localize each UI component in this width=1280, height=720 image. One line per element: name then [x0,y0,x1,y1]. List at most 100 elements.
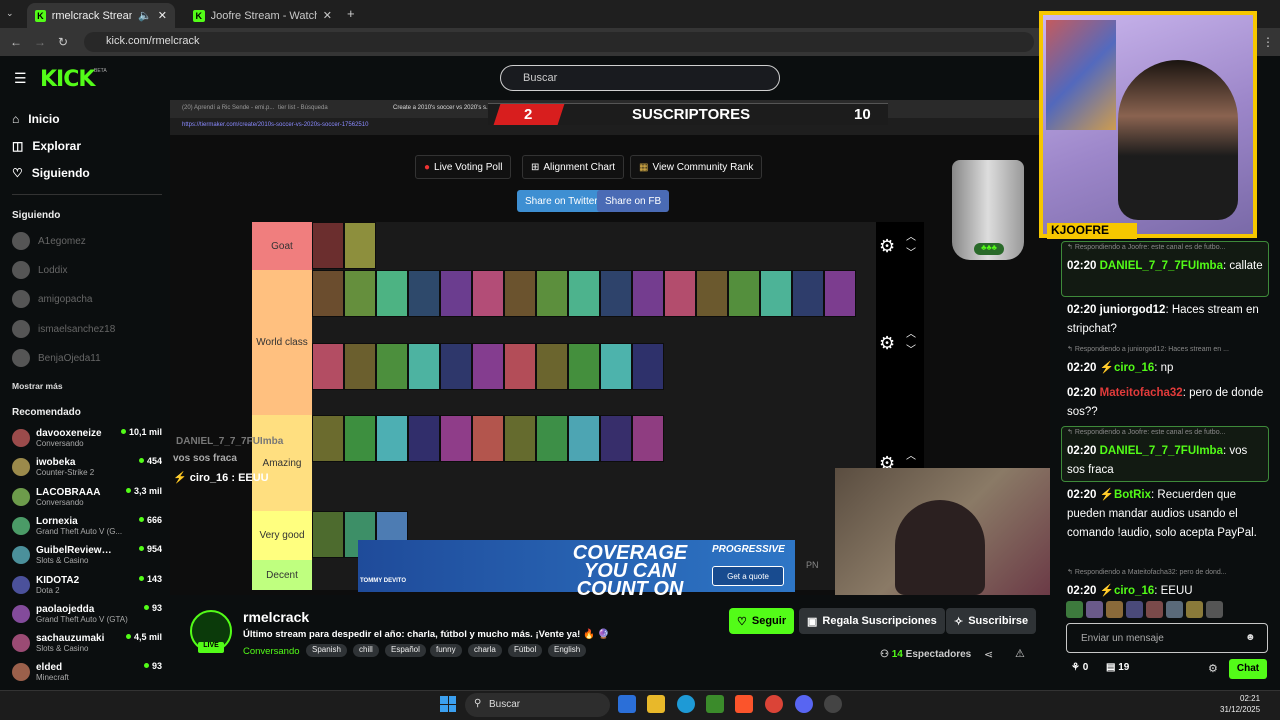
chrome-icon[interactable] [765,695,783,713]
points-counter[interactable]: ⚘ 0 [1071,662,1088,673]
chat-input[interactable]: Enviar un mensaje [1066,623,1268,653]
player-photo [440,342,472,390]
new-tab-icon[interactable]: + [347,6,355,21]
recommended-item[interactable]: davooxeneize Conversando 10,1 mil [12,424,162,452]
chat-username[interactable]: ciro_16 [1114,362,1154,374]
clock[interactable]: 02:21 31/12/2025 [1220,693,1260,715]
obs-icon[interactable] [824,695,842,713]
recommended-item[interactable]: GuibelReviewsDir...Slots & Casino954 [12,541,162,569]
recommended-item[interactable]: KIDOTA2 Dota 2 143 [12,571,162,599]
chat-message[interactable]: 02:20 DANIEL_7_7_7FUImba: callate [1067,257,1267,276]
windows-start-icon[interactable] [440,696,456,712]
follow-button[interactable]: ♡ Seguir [729,608,795,634]
share-icon[interactable]: ⋖ [984,648,993,661]
chat-message[interactable]: 02:20 Mateitofacha32: pero de donde sos?… [1067,384,1267,422]
recommended-item[interactable]: LACOBRAAA Conversando 3,3 mil [12,483,162,511]
tab-joofre[interactable]: K Joofre Stream - Watch Live on l ✕ [185,3,340,28]
compass-icon: ◫ [12,139,24,153]
hamburger-icon[interactable]: ☰ [14,70,27,87]
chat-username[interactable]: juniorgod12 [1100,304,1166,316]
reload-icon[interactable]: ↻ [58,35,68,49]
brave-icon[interactable] [735,695,753,713]
tier-label: Decent [252,560,312,590]
subscribe-button[interactable]: ✧ Suscribirse [946,608,1037,634]
tag[interactable]: Spanish [306,644,347,657]
settings-icon[interactable]: ⚙ [1208,662,1218,675]
tab-rmelcrack[interactable]: K rmelcrack Stream - Watch Li 🔈 ✕ [27,3,175,28]
show-more-link[interactable]: Mostrar más [12,381,63,391]
app-icon[interactable] [618,695,636,713]
gifts-counter[interactable]: ▤ 19 [1106,662,1129,673]
taskbar-search[interactable]: Buscar [465,693,610,717]
recommended-item[interactable]: Lornexia Grand Theft Auto V (G... 666 [12,512,162,540]
chat-message[interactable]: 02:20 ⚡BotRix: Recuerden que pueden mand… [1067,486,1267,543]
forward-icon[interactable]: → [34,35,46,49]
close-icon[interactable]: ✕ [158,9,167,22]
following-item[interactable]: ismaelsanchez18 [12,320,162,338]
following-item[interactable]: Loddix [12,261,162,279]
reply-context[interactable]: ↰ Respondiendo a Mateitofacha32: pero de… [1067,568,1267,576]
emoji-icon[interactable]: ☻ [1245,632,1256,643]
reply-context[interactable]: ↰ Respondiendo a Joofre: este canal es d… [1067,243,1267,251]
ad-headline: COVERAGE YOU CAN COUNT ON [572,542,688,600]
player-photo [312,222,344,269]
gear-icon: ⚙ [879,333,896,353]
emote-bar[interactable] [1066,601,1268,619]
url-field[interactable]: kick.com/rmelcrack [84,32,1034,52]
search-input[interactable]: Buscar [500,65,780,91]
overlay-chat-msg: vos sos fraca [173,453,237,464]
tag[interactable]: charla [468,644,502,657]
chat-username[interactable]: BotRix [1114,489,1151,501]
ad-quote-button[interactable]: Get a quote [712,566,784,586]
reply-icon: ↰ [1067,346,1073,353]
chat-message[interactable]: 02:20 ⚡ciro_16: EEUU [1067,582,1267,601]
tag[interactable]: Fútbol [508,644,543,657]
tag[interactable]: funny [430,644,462,657]
streamer-name[interactable]: rmelcrack [243,609,309,625]
menu-icon[interactable]: ⋮ [1262,35,1274,49]
recommended-item[interactable]: elded Minecraft 93 [12,658,162,686]
nav-siguiendo[interactable]: ♡ Siguiendo [12,166,90,180]
file-explorer-icon[interactable] [647,695,665,713]
recommended-item[interactable]: paolaojedda Grand Theft Auto V (GTA) 93 [12,600,162,628]
close-icon[interactable]: ✕ [323,9,332,22]
report-icon[interactable]: ⚠ [1015,647,1025,660]
star-icon: ✧ [954,615,964,628]
stream-category[interactable]: Conversando [243,646,300,657]
discord-icon[interactable] [795,695,813,713]
chat-username[interactable]: DANIEL_7_7_7FUImba [1100,260,1223,272]
send-chat-button[interactable]: Chat [1229,659,1267,679]
tag[interactable]: English [548,644,587,657]
tier-row [312,415,876,511]
player-photo [408,415,440,462]
reply-context[interactable]: ↰ Respondiendo a juniorgod12: Haces stre… [1067,345,1267,353]
reply-context[interactable]: ↰ Respondiendo a Joofre: este canal es d… [1067,428,1267,436]
chat-username[interactable]: DANIEL_7_7_7FUImba [1100,445,1223,457]
following-item[interactable]: BenjaOjeda11 [12,349,162,367]
edge-icon[interactable] [677,695,695,713]
following-item[interactable]: A1egomez [12,232,162,250]
tab-search-icon[interactable]: ⌄ [6,8,14,19]
minecraft-icon[interactable] [706,695,724,713]
recommended-item[interactable]: sachauzumaki Slots & Casino 4,5 mil [12,629,162,657]
gift-subs-button[interactable]: ▣ Regala Suscripciones [799,608,945,634]
speaker-icon[interactable]: 🔈 [138,9,152,22]
gift-icon: ▤ [1106,662,1116,673]
chat-username[interactable]: Mateitofacha32 [1100,387,1183,399]
chat-message[interactable]: 02:20 DANIEL_7_7_7FUImba: vos sos fraca [1067,442,1267,480]
player-photo [536,342,568,390]
tag[interactable]: chill [353,644,379,657]
chat-message[interactable]: 02:20 ⚡ciro_16: np [1067,359,1267,378]
kick-logo[interactable]: KICK [40,67,95,92]
following-item[interactable]: amigopacha [12,290,162,308]
player-photo [440,415,472,462]
nav-explorar[interactable]: ◫ Explorar [12,139,81,153]
back-icon[interactable]: ← [10,35,22,49]
chat-username[interactable]: ciro_16 [1114,585,1154,597]
chat-message[interactable]: 02:20 juniorgod12: Haces stream en strip… [1067,301,1267,339]
tag[interactable]: Español [385,644,426,657]
taskbar [0,690,1280,720]
nav-inicio[interactable]: ⌂ Inicio [12,112,60,126]
player-photo [632,415,664,462]
recommended-item[interactable]: iwobeka Counter-Strike 2 454 [12,453,162,481]
